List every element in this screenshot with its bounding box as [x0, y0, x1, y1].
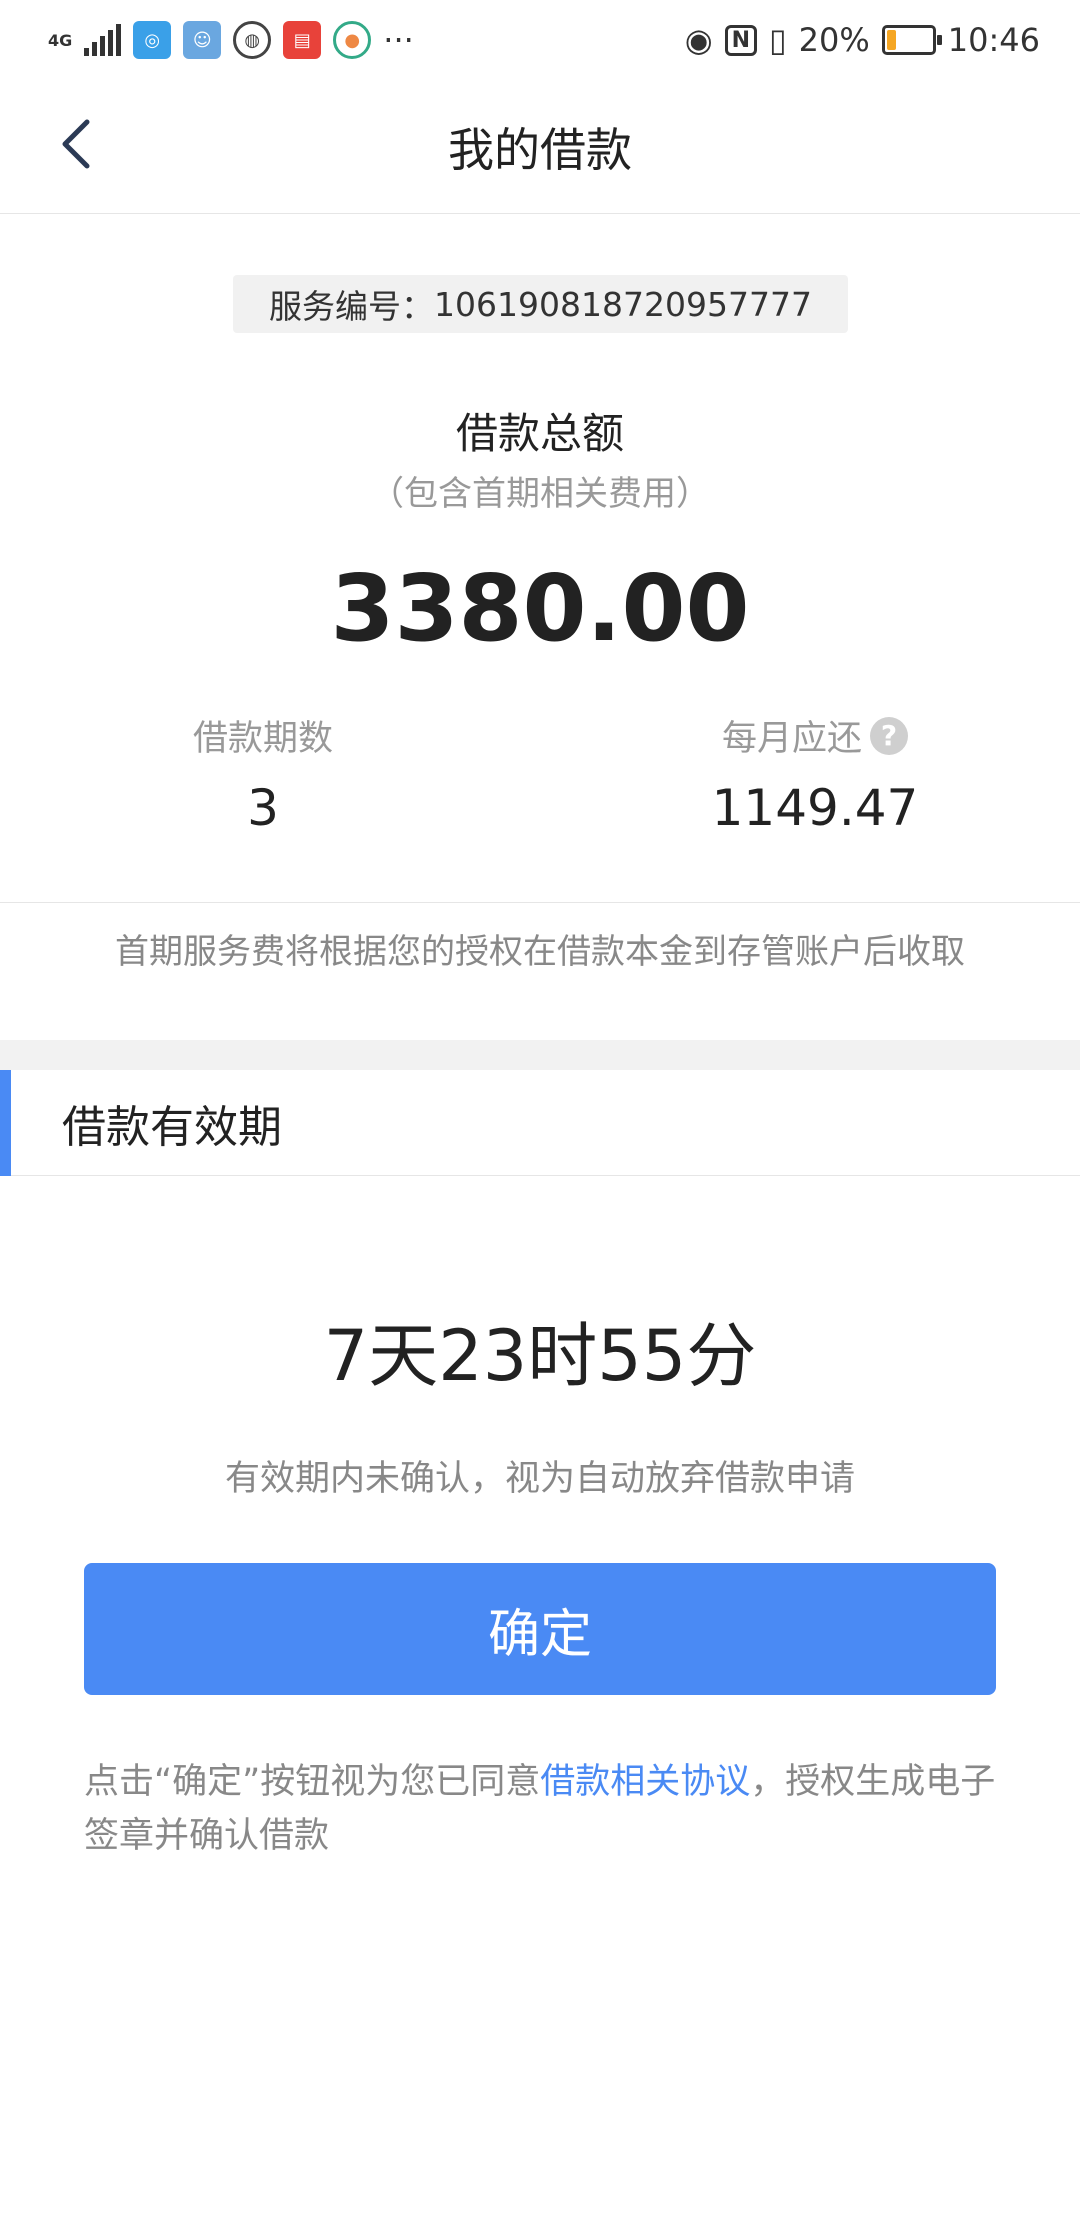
divider [0, 902, 1080, 903]
agreement-text: 点击“确定”按钮视为您已同意借款相关协议，授权生成电子签章并确认借款 [84, 1755, 996, 1863]
loan-periods-label: 借款期数 [192, 719, 333, 759]
validity-section-header: 借款有效期 [0, 1070, 1080, 1176]
battery-icon [881, 25, 942, 55]
help-icon[interactable]: ? [870, 716, 908, 755]
page-title: 我的借款 [448, 122, 632, 177]
validity-countdown: 7天23时55分 [323, 1315, 757, 1397]
status-bar: 4G ◎ ☺ ◍ ▤ ● ··· ◉ N ▯ 20% 10:46 [0, 0, 1080, 80]
toutiao-icon: ▤ [283, 21, 322, 59]
service-number-value: 106190818720957777 [434, 284, 812, 324]
signal-icon [84, 24, 122, 56]
loan-total-label: 借款总额 [455, 409, 624, 458]
status-bar-right: ◉ N ▯ 20% 10:46 [685, 21, 1040, 59]
agreement-prefix: 点击“确定”按钮视为您已同意 [84, 1762, 541, 1802]
monthly-payment-label-row: 每月应还 ? [722, 710, 908, 761]
browser-icon: ◎ [133, 21, 172, 59]
eye-icon: ◉ [684, 21, 713, 59]
loan-total-subtitle: （包含首期相关费用） [370, 474, 710, 514]
monthly-payment-value: 1149.47 [711, 779, 919, 837]
battery-fill [886, 30, 896, 50]
video-icon: ● [333, 21, 372, 59]
service-number-label: 服务编号： [269, 287, 435, 326]
monthly-payment-label: 每月应还 [721, 719, 862, 759]
section-gap [0, 1040, 1080, 1070]
vibrate-icon: ▯ [769, 21, 787, 59]
loan-periods-value: 3 [247, 779, 279, 837]
validity-section-title: 借款有效期 [62, 1101, 282, 1153]
loan-total-amount: 3380.00 [330, 555, 750, 662]
loan-periods-stat: 借款期数 3 [73, 710, 453, 837]
globe-icon: ◍ [233, 21, 272, 59]
status-bar-left: 4G ◎ ☺ ◍ ▤ ● ··· [48, 21, 414, 59]
game-icon: ☺ [183, 21, 222, 59]
chevron-left-icon [62, 119, 90, 169]
service-number-badge: 服务编号： 106190818720957777 [233, 275, 848, 333]
monthly-payment-stat: 每月应还 ? 1149.47 [625, 710, 1005, 837]
section-accent-bar [0, 1070, 11, 1176]
clock: 10:46 [947, 21, 1040, 59]
validity-note: 有效期内未确认，视为自动放弃借款申请 [224, 1459, 855, 1499]
navigation-header: 我的借款 [0, 80, 1080, 214]
back-button[interactable] [46, 114, 106, 174]
loan-agreement-link[interactable]: 借款相关协议 [540, 1762, 750, 1802]
confirm-button[interactable]: 确定 [84, 1563, 996, 1695]
more-notifications-icon: ··· [383, 21, 414, 59]
battery-percent: 20% [798, 21, 870, 59]
service-fee-note: 首期服务费将根据您的授权在借款本金到存管账户后收取 [115, 932, 965, 972]
nfc-icon: N [724, 24, 758, 56]
network-type: 4G [48, 30, 73, 50]
